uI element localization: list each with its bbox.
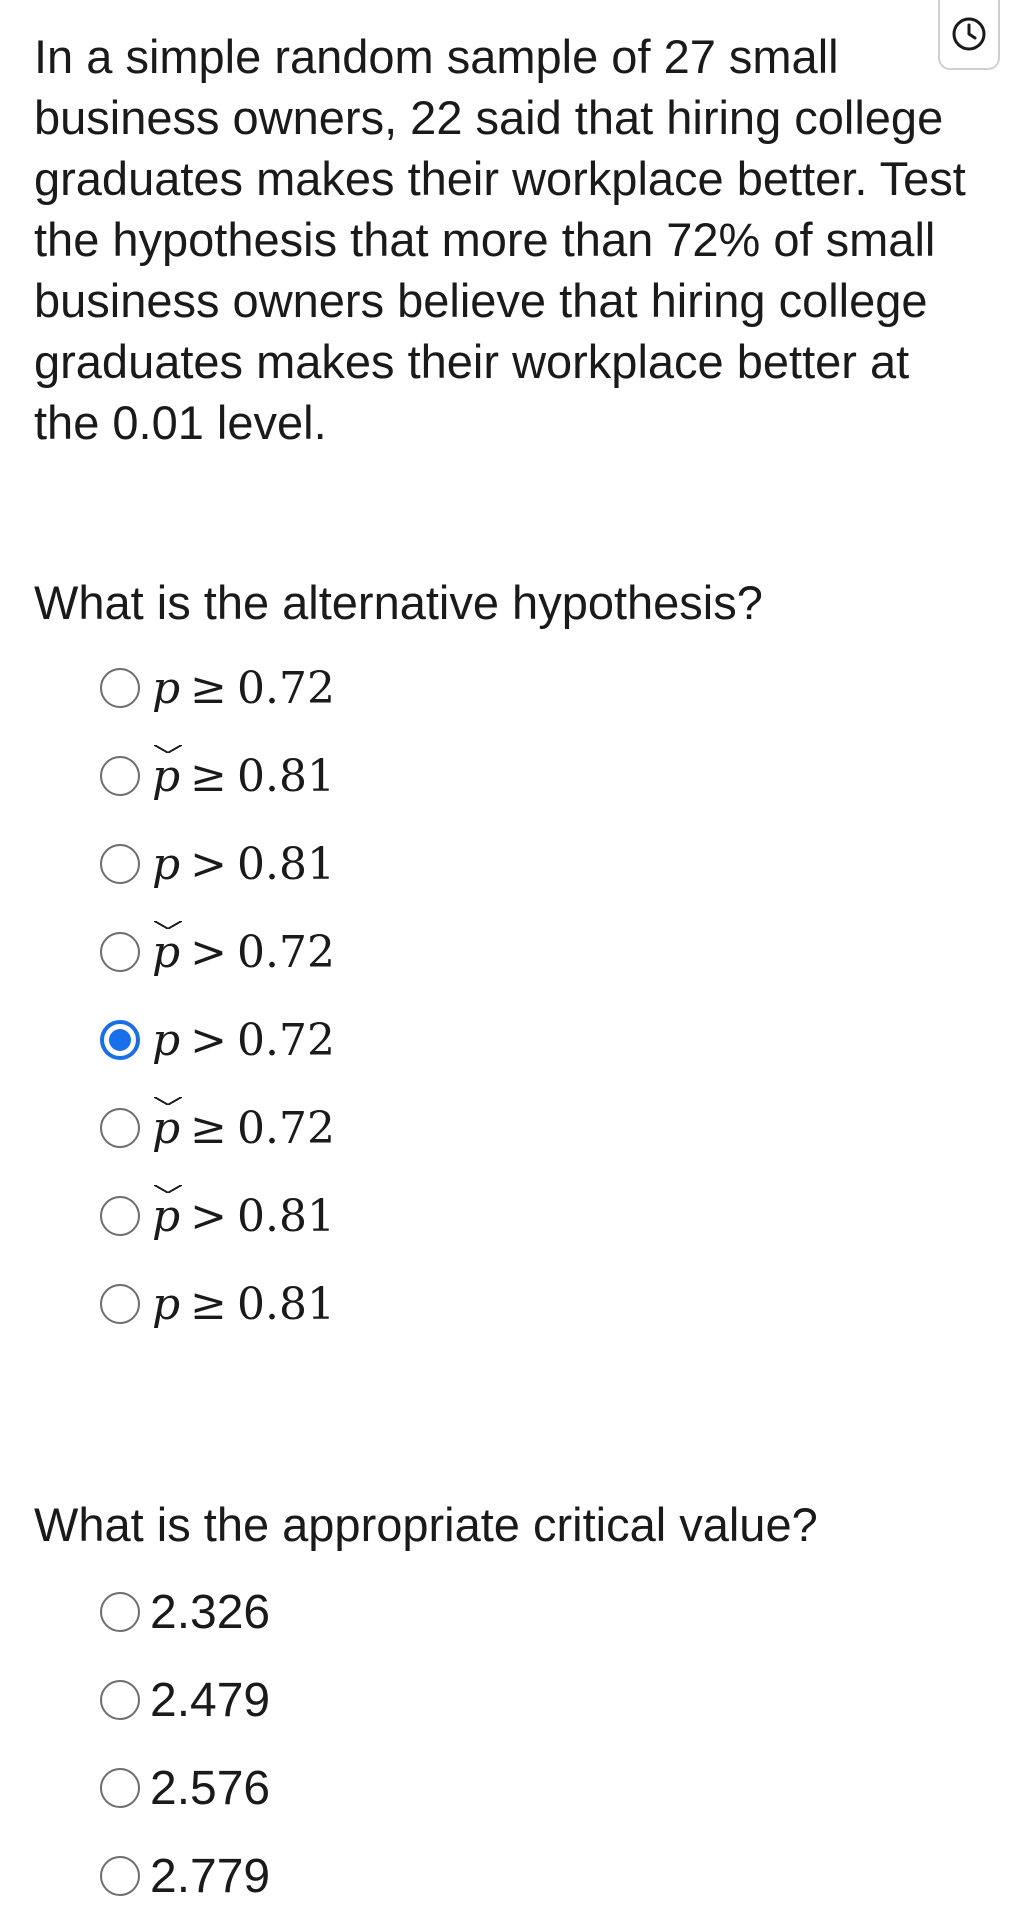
critical-value-option[interactable]: 2.779 (100, 1846, 270, 1906)
hypothesis-option[interactable]: p > 0.81 (100, 1184, 336, 1246)
option-operator: > (190, 1190, 228, 1242)
critical-value-option[interactable]: 2.479 (100, 1670, 270, 1730)
option-operator: ≥ (190, 1102, 228, 1154)
option-value: 0.72 (237, 926, 336, 978)
option-operator: ≥ (190, 1278, 228, 1330)
option-label: 2.779 (150, 1849, 271, 1903)
option-label: 2.576 (150, 1761, 271, 1815)
option-variable: p (152, 1096, 183, 1154)
radio-button[interactable] (100, 1768, 140, 1808)
option-value: 0.81 (237, 1278, 336, 1330)
alternative-hypothesis-prompt: What is the alternative hypothesis? (34, 576, 763, 629)
option-label: 2.479 (150, 1673, 271, 1727)
option-math: p ≥ 0.72 (152, 663, 335, 714)
option-value: 0.72 (237, 1102, 336, 1154)
hypothesis-option[interactable]: p ≥ 0.72 (100, 658, 335, 718)
radio-button[interactable] (100, 1592, 140, 1632)
critical-value-option[interactable]: 2.576 (100, 1758, 270, 1818)
option-value: 0.81 (237, 838, 336, 890)
option-variable: p (152, 662, 181, 714)
option-variable: p (152, 1014, 181, 1066)
hypothesis-option[interactable]: p > 0.72 (100, 920, 336, 982)
radio-button[interactable] (100, 1680, 140, 1720)
option-value: 0.81 (237, 750, 336, 802)
option-label: 2.326 (150, 1585, 271, 1639)
radio-button[interactable] (100, 1196, 140, 1236)
option-math: p > 0.72 (152, 920, 336, 978)
option-operator: ≥ (190, 662, 228, 714)
radio-button[interactable] (100, 932, 140, 972)
option-variable: p (152, 920, 183, 978)
critical-value-prompt: What is the appropriate critical value? (34, 1498, 818, 1551)
option-math: p ≥ 0.81 (152, 744, 336, 802)
hypothesis-option[interactable]: p ≥ 0.72 (100, 1096, 336, 1158)
option-value: 0.81 (237, 1190, 336, 1242)
option-value: 0.72 (237, 1014, 336, 1066)
option-variable: p (152, 1278, 181, 1330)
radio-button[interactable] (100, 1856, 140, 1896)
hypothesis-option[interactable]: p ≥ 0.81 (100, 744, 336, 806)
radio-button[interactable] (100, 756, 140, 796)
option-operator: > (190, 926, 228, 978)
radio-button[interactable] (100, 1284, 140, 1324)
radio-button[interactable] (100, 844, 140, 884)
option-math: p ≥ 0.81 (152, 1279, 335, 1330)
hypothesis-option[interactable]: p > 0.81 (100, 834, 335, 894)
radio-button-selected[interactable] (100, 1020, 140, 1060)
option-math: p > 0.81 (152, 1184, 336, 1242)
option-variable: p (152, 744, 183, 802)
radio-button[interactable] (100, 1108, 140, 1148)
option-math: p > 0.72 (152, 1015, 335, 1066)
question-text: In a simple random sample of 27 small bu… (34, 30, 966, 449)
option-operator: > (190, 1014, 228, 1066)
option-math: p ≥ 0.72 (152, 1096, 336, 1154)
radio-button[interactable] (100, 668, 140, 708)
radio-dot (109, 1029, 131, 1051)
option-variable: p (152, 838, 181, 890)
option-operator: ≥ (190, 750, 228, 802)
option-operator: > (190, 838, 228, 890)
hypothesis-option-selected[interactable]: p > 0.72 (100, 1010, 335, 1070)
option-value: 0.72 (237, 662, 336, 714)
clock-icon (952, 17, 986, 51)
option-math: p > 0.81 (152, 839, 335, 890)
option-variable: p (152, 1184, 183, 1242)
timer-button[interactable] (938, 0, 1000, 70)
critical-value-option[interactable]: 2.326 (100, 1582, 270, 1642)
hypothesis-option[interactable]: p ≥ 0.81 (100, 1274, 335, 1334)
